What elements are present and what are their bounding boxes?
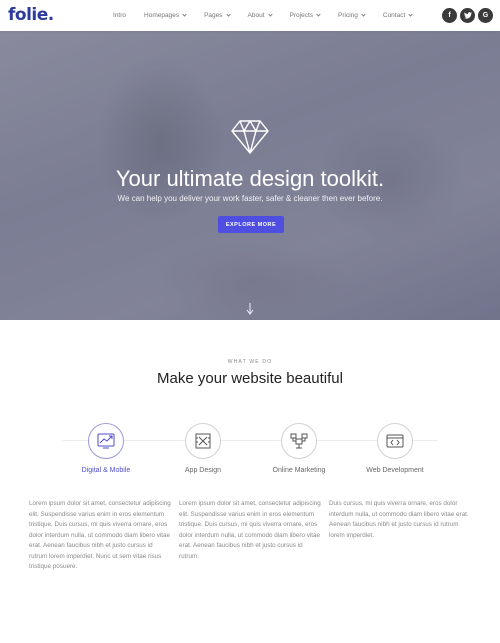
chevron-down-icon <box>361 12 366 17</box>
feature-icon-circle <box>281 423 317 459</box>
hero-title: Your ultimate design toolkit. <box>115 166 385 191</box>
facebook-icon[interactable]: f <box>442 8 457 23</box>
chevron-down-icon <box>182 12 187 17</box>
nav-item-label: About <box>247 12 265 19</box>
explore-more-button[interactable]: EXPLORE MORE <box>218 216 284 233</box>
chevron-down-icon <box>408 12 413 17</box>
site-header: folie. Intro Homepages Pages About Proje… <box>0 0 500 31</box>
hero-subtitle: We can help you deliver your work faster… <box>117 194 383 203</box>
feature-description: Duis cursus, mi quis viverra ornare, ero… <box>329 500 469 539</box>
chevron-down-icon <box>316 12 321 17</box>
nav-item-label: Pages <box>204 12 223 19</box>
section-title: Make your website beautiful <box>157 370 343 387</box>
logo[interactable]: folie. <box>8 5 54 25</box>
feature-icon-circle <box>377 423 413 459</box>
twitter-icon[interactable] <box>460 8 475 23</box>
twitter-bird-glyph <box>463 12 472 19</box>
nav-item-contact[interactable]: Contact <box>382 12 413 19</box>
feature-digital-mobile[interactable]: Digital & Mobile <box>56 423 156 474</box>
nav-item-pricing[interactable]: Pricing <box>338 12 366 19</box>
feature-web-development[interactable]: Web Development <box>345 423 445 474</box>
nav-item-projects[interactable]: Projects <box>289 12 321 19</box>
feature-icon-circle <box>88 423 124 459</box>
nav-item-label: Intro <box>113 12 127 19</box>
chevron-down-icon <box>267 12 273 17</box>
google-icon[interactable]: G <box>478 8 493 23</box>
marketing-icon <box>290 433 308 449</box>
main-nav: Intro Homepages Pages About Projects Pri… <box>113 0 430 31</box>
feature-description: Lorem ipsum dolor sit amet, consectetur … <box>179 500 321 560</box>
feature-icon-circle <box>185 423 221 459</box>
chevron-down-icon <box>225 12 231 17</box>
hero-section: Your ultimate design toolkit. We can hel… <box>0 31 500 320</box>
arrow-down-icon[interactable] <box>246 303 254 315</box>
nav-item-homepages[interactable]: Homepages <box>144 12 187 19</box>
feature-label: Online Marketing <box>272 467 326 474</box>
diamond-icon <box>231 120 269 154</box>
section-eyebrow: WHAT WE DO <box>227 359 273 365</box>
feature-online-marketing[interactable]: Online Marketing <box>249 423 349 474</box>
nav-item-label: Homepages <box>144 12 180 19</box>
social-links: f G <box>439 8 493 23</box>
app-design-icon <box>195 433 211 449</box>
feature-label: Web Development <box>366 467 424 474</box>
feature-label: Digital & Mobile <box>81 467 131 474</box>
nav-item-pages[interactable]: Pages <box>204 12 231 19</box>
feature-description: Lorem ipsum dolor sit amet, consectetur … <box>29 500 171 570</box>
nav-item-label: Projects <box>289 12 313 19</box>
nav-item-label: Contact <box>382 12 406 19</box>
feature-label: App Design <box>184 467 222 474</box>
code-icon <box>386 434 404 448</box>
nav-item-intro[interactable]: Intro <box>113 12 126 19</box>
chart-icon <box>97 433 115 449</box>
nav-item-label: Pricing <box>338 12 358 19</box>
feature-app-design[interactable]: App Design <box>153 423 253 474</box>
nav-item-about[interactable]: About <box>247 12 273 19</box>
